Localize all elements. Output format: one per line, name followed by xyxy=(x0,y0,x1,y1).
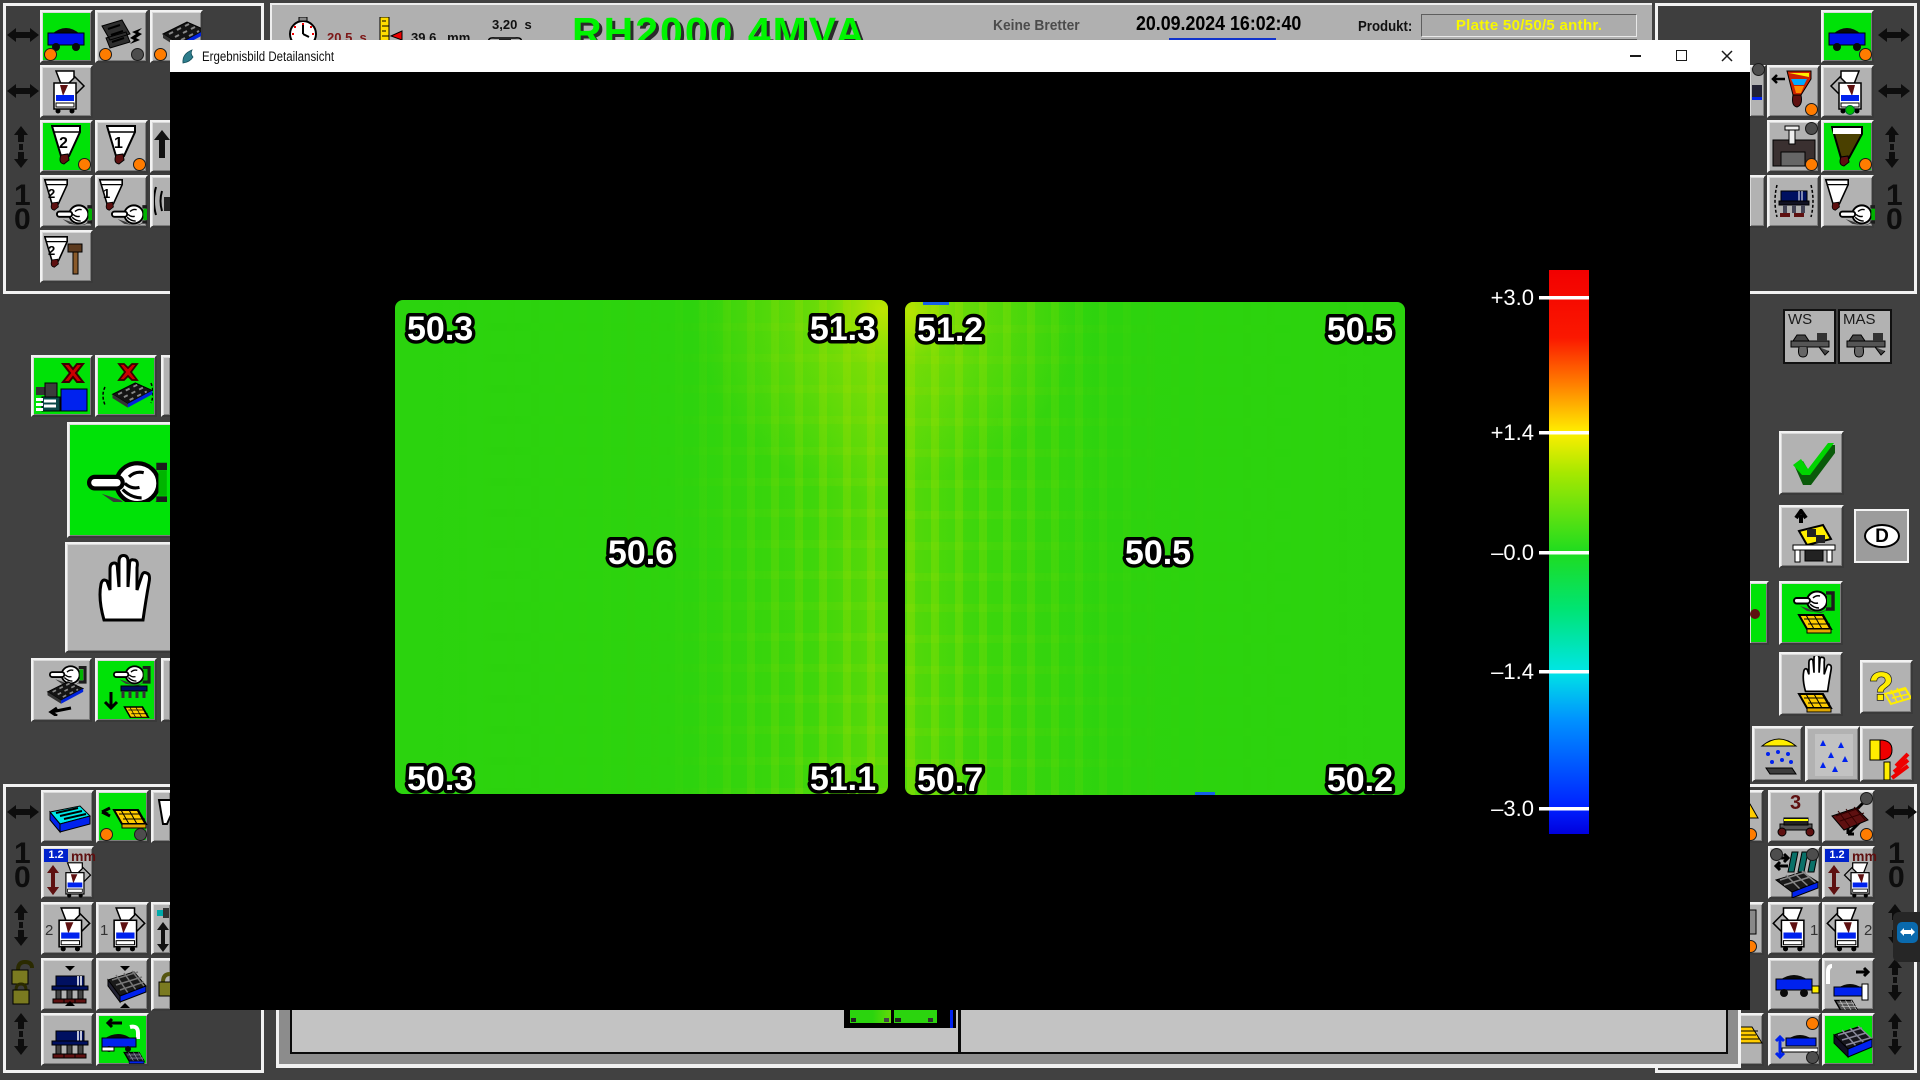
svg-text:–1.4: –1.4 xyxy=(1491,659,1534,684)
svg-text:50.3: 50.3 xyxy=(407,310,473,348)
svg-text:+3.0: +3.0 xyxy=(1491,285,1534,310)
svg-text:–3.0: –3.0 xyxy=(1491,796,1534,821)
svg-text:+1.4: +1.4 xyxy=(1491,420,1534,445)
svg-text:?: ? xyxy=(1869,665,1893,709)
svg-text:50.2: 50.2 xyxy=(1327,761,1393,795)
svg-text:51.3: 51.3 xyxy=(810,310,876,348)
svg-text:50.5: 50.5 xyxy=(1327,311,1393,349)
svg-text:50.7: 50.7 xyxy=(917,761,983,795)
svg-text:50.3: 50.3 xyxy=(407,760,473,794)
svg-text:51.1: 51.1 xyxy=(810,760,876,794)
svg-text:51.2: 51.2 xyxy=(917,311,983,349)
svg-text:50.5: 50.5 xyxy=(1125,534,1191,572)
svg-text:–0.0: –0.0 xyxy=(1491,540,1534,565)
svg-text:50.6: 50.6 xyxy=(608,534,674,572)
